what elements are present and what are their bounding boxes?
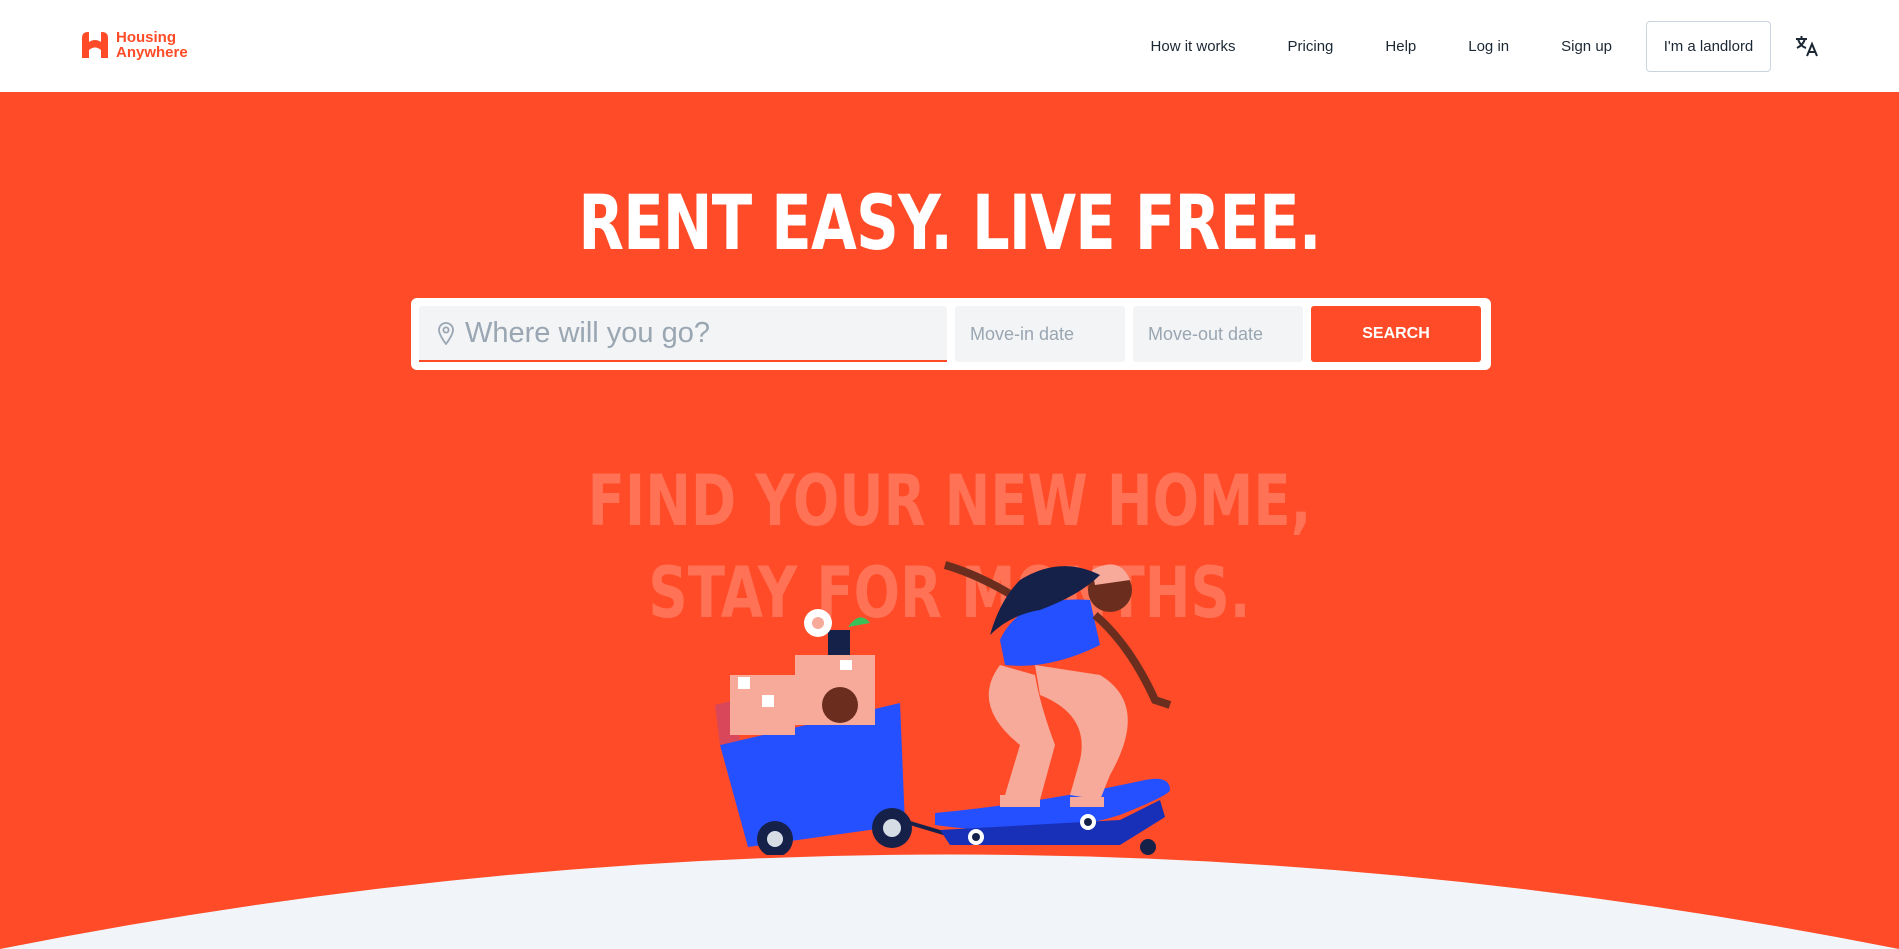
- move-out-date-input[interactable]: [1148, 323, 1298, 345]
- logo-text-line1: Housing: [116, 29, 176, 46]
- search-button[interactable]: SEARCH: [1311, 306, 1481, 362]
- move-in-date-field[interactable]: [955, 306, 1125, 362]
- housinganywhere-logo[interactable]: Housing Anywhere: [80, 30, 188, 60]
- location-input[interactable]: [465, 316, 925, 350]
- move-in-date-input[interactable]: [970, 323, 1120, 345]
- translate-icon[interactable]: [1795, 34, 1819, 58]
- ground-curve: [0, 854, 1899, 949]
- move-out-date-field[interactable]: [1133, 306, 1303, 362]
- top-navbar: Housing Anywhere How it works Pricing He…: [0, 0, 1899, 92]
- main-nav: How it works Pricing Help Log in Sign up…: [1151, 0, 1899, 92]
- nav-help[interactable]: Help: [1385, 38, 1416, 55]
- logo-mark-icon: [82, 32, 108, 58]
- nav-log-in[interactable]: Log in: [1468, 38, 1509, 55]
- landlord-button[interactable]: I'm a landlord: [1646, 20, 1771, 72]
- location-pin-icon: [438, 322, 454, 345]
- skater-illustration: [715, 561, 1172, 855]
- location-search-field[interactable]: [419, 306, 947, 362]
- logo-text-line2: Anywhere: [116, 44, 188, 61]
- nav-sign-up[interactable]: Sign up: [1561, 38, 1612, 55]
- nav-pricing[interactable]: Pricing: [1288, 38, 1334, 55]
- nav-how-it-works[interactable]: How it works: [1151, 38, 1236, 55]
- tagline-line1: FIND YOUR NEW HOME,: [587, 460, 1312, 542]
- hero-title: RENT EASY. LIVE FREE.: [578, 178, 1321, 267]
- search-bar: SEARCH: [411, 298, 1491, 370]
